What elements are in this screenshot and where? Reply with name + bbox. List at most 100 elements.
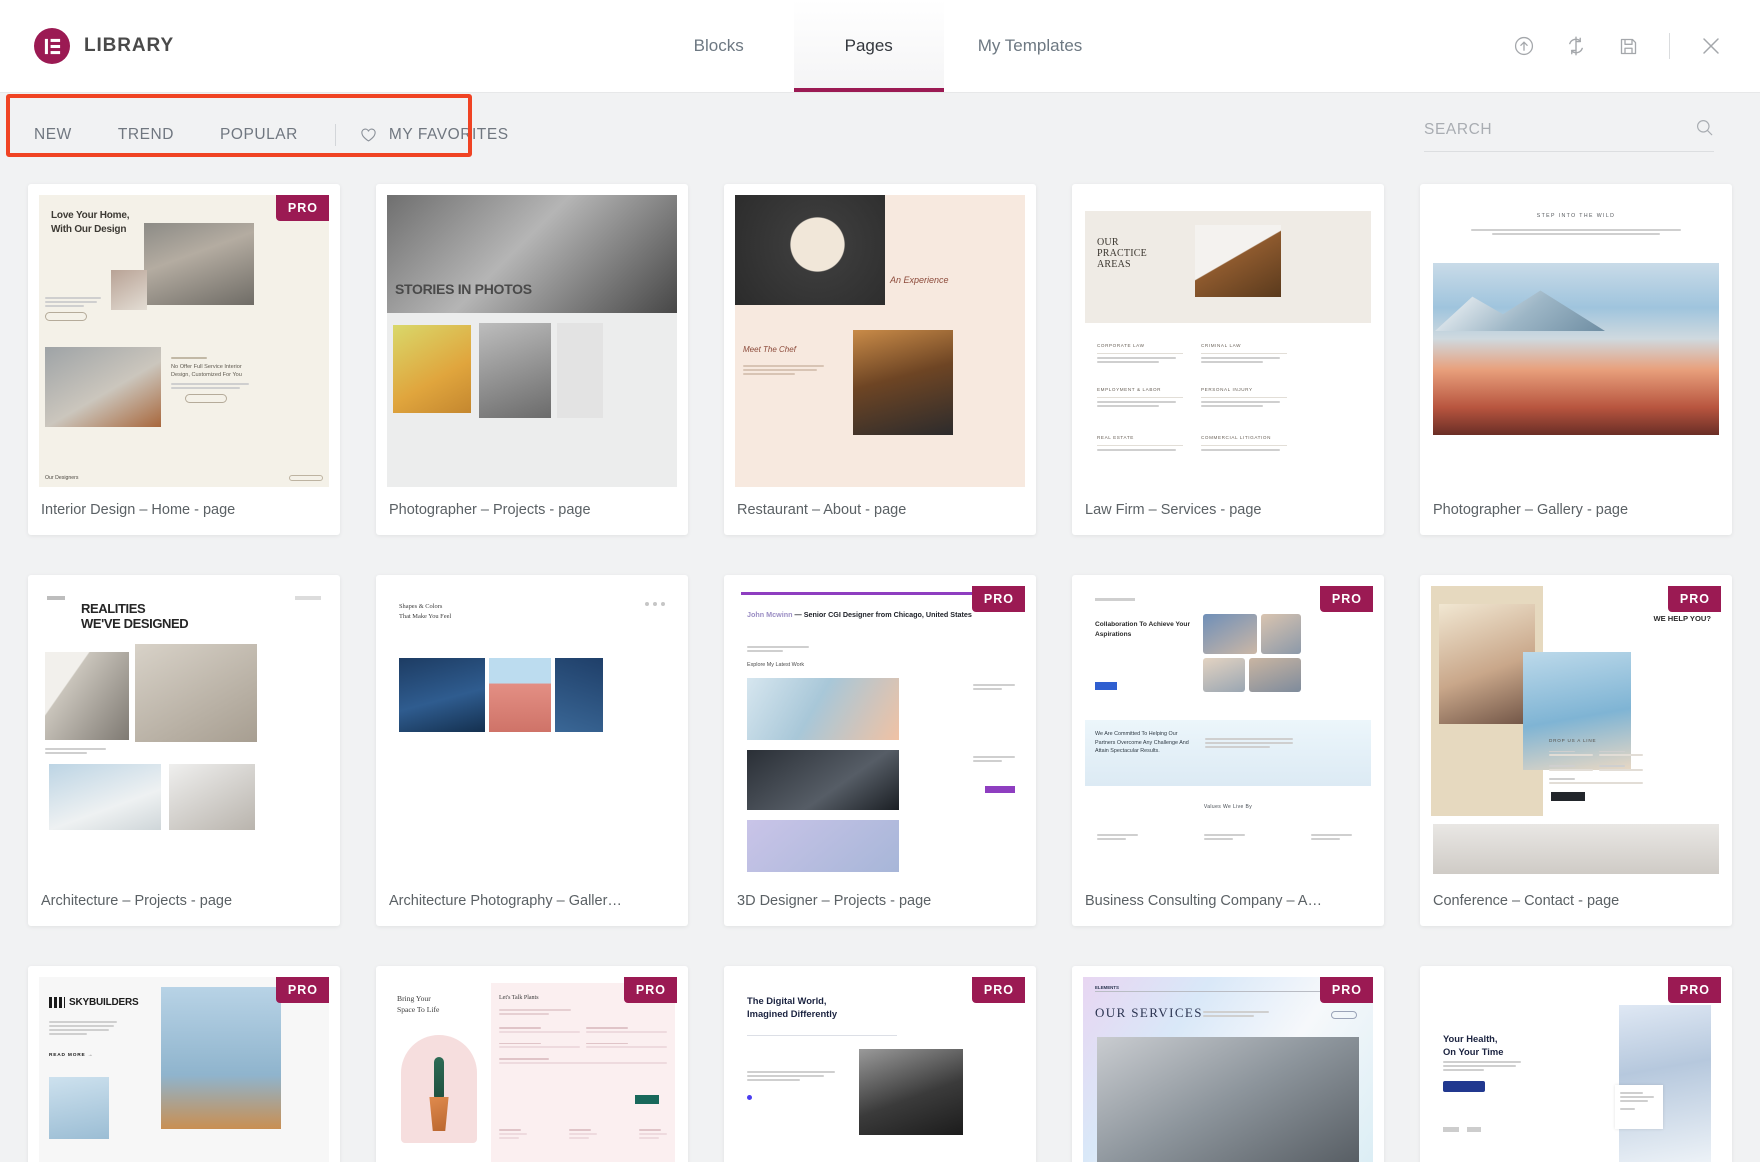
library-brand: LIBRARY (0, 0, 330, 92)
template-card[interactable]: Collaboration To Achieve Your Aspiration… (1072, 575, 1384, 926)
template-card[interactable]: An Experience Meet The Chef Restaurant –… (724, 184, 1036, 535)
close-icon[interactable] (1698, 33, 1724, 59)
header-divider (1669, 33, 1670, 59)
preview-headline: Bring Your Space To Life (397, 993, 439, 1016)
preview-headline: An Experience (890, 275, 949, 286)
preview-subhead: DROP US A LINE (1549, 738, 1643, 744)
filter-my-favorites[interactable]: MY FAVORITES (350, 120, 519, 150)
pro-badge: PRO (1320, 977, 1373, 1003)
template-title: Business Consulting Company – A… (1072, 878, 1384, 926)
pro-badge: PRO (1320, 586, 1373, 612)
pro-badge: PRO (1668, 977, 1721, 1003)
preview-subhead: Meet The Chef (743, 345, 796, 355)
search-icon[interactable] (1695, 118, 1714, 142)
preview-headline: OUR PRACTICE AREAS (1097, 237, 1147, 271)
preview-body: No Offer Full Service Interior Design, C… (171, 363, 249, 379)
search-input[interactable] (1424, 121, 1685, 139)
template-preview: An Experience Meet The Chef (735, 195, 1025, 487)
template-thumbnail: ELEMENTS OUR SERVICES SERVICES OUR SERVI… (1083, 977, 1373, 1162)
template-preview: OUR PRACTICE AREAS CORPORATE LAW CRIMINA… (1083, 195, 1373, 487)
template-thumbnail: STORIES IN PHOTOS (387, 195, 677, 487)
preview-footer: Values We Live By (1083, 804, 1373, 810)
template-thumbnail: John Mcwinn — Senior CGI Designer from C… (735, 586, 1025, 878)
pro-badge: PRO (624, 977, 677, 1003)
template-preview: SKYBUILDERS READ MORE → (39, 977, 329, 1162)
template-card[interactable]: Bring Your Space To Life Let's Talk Plan… (376, 966, 688, 1162)
template-card[interactable]: The Digital World, Imagined Differently … (724, 966, 1036, 1162)
tab-blocks[interactable]: Blocks (644, 0, 794, 92)
preview-headline: SKYBUILDERS (69, 997, 138, 1010)
template-card[interactable]: REALITIES WE'VE DESIGNED Architecture – … (28, 575, 340, 926)
preview-headline: Collaboration To Achieve Your Aspiration… (1095, 620, 1190, 640)
template-card[interactable]: STEP INTO THE WILD Photographer – Galler… (1420, 184, 1732, 535)
pro-badge: PRO (276, 195, 329, 221)
template-title: Photographer – Gallery - page (1420, 487, 1732, 535)
preview-cta: READ MORE → (49, 1053, 93, 1059)
preview-headline: Your Health, On Your Time (1443, 1033, 1503, 1058)
preview-item: PERSONAL INJURY (1201, 387, 1287, 393)
sync-icon[interactable] (1563, 33, 1589, 59)
template-title: Conference – Contact - page (1420, 878, 1732, 926)
template-title: 3D Designer – Projects - page (724, 878, 1036, 926)
search-box[interactable] (1424, 118, 1714, 152)
template-preview: John Mcwinn — Senior CGI Designer from C… (735, 586, 1025, 878)
template-thumbnail: Shapes & Colors That Make You Feel (387, 586, 677, 878)
template-thumbnail: Bring Your Space To Life Let's Talk Plan… (387, 977, 677, 1162)
library-modal: LIBRARY Blocks Pages My Templates (0, 0, 1760, 1162)
template-card[interactable]: HOW CAN WE HELP YOU? DROP US A LINE (1420, 575, 1732, 926)
preview-headline: The Digital World, Imagined Differently (747, 995, 837, 1020)
template-thumbnail: STEP INTO THE WILD (1431, 195, 1721, 487)
preview-panel-title: Let's Talk Plants (499, 995, 539, 1003)
filter-popular[interactable]: POPULAR (197, 120, 321, 150)
preview-item: EMPLOYMENT & LABOR (1097, 387, 1183, 393)
template-preview: Your Health, On Your Time (1431, 977, 1721, 1162)
template-thumbnail: The Digital World, Imagined Differently … (735, 977, 1025, 1162)
pro-badge: PRO (276, 977, 329, 1003)
preview-headline: STEP INTO THE WILD (1431, 213, 1721, 220)
template-card[interactable]: STORIES IN PHOTOS Photographer – Project… (376, 184, 688, 535)
template-preview: STEP INTO THE WILD (1431, 195, 1721, 487)
pro-badge: PRO (972, 977, 1025, 1003)
heart-icon (360, 127, 377, 143)
library-toolbar: NEW TREND POPULAR MY FAVORITES (24, 92, 1736, 178)
template-title: Interior Design – Home - page (28, 487, 340, 535)
library-header: LIBRARY Blocks Pages My Templates (0, 0, 1760, 92)
template-title: Architecture – Projects - page (28, 878, 340, 926)
template-card[interactable]: Love Your Home, With Our Design No Offer… (28, 184, 340, 535)
template-thumbnail: An Experience Meet The Chef (735, 195, 1025, 487)
save-icon[interactable] (1615, 33, 1641, 59)
filter-group: NEW TREND POPULAR MY FAVORITES (30, 120, 519, 150)
preview-name: John Mcwinn (747, 610, 793, 619)
elementor-logo-icon (34, 28, 70, 64)
template-card[interactable]: OUR PRACTICE AREAS CORPORATE LAW CRIMINA… (1072, 184, 1384, 535)
template-card[interactable]: John Mcwinn — Senior CGI Designer from C… (724, 575, 1036, 926)
preview-headline: STORIES IN PHOTOS (395, 281, 532, 299)
preview-item: COMMERCIAL LITIGATION (1201, 435, 1287, 441)
template-preview: REALITIES WE'VE DESIGNED (39, 586, 329, 878)
template-card[interactable]: Shapes & Colors That Make You Feel Archi… (376, 575, 688, 926)
pro-badge: PRO (1668, 586, 1721, 612)
my-favorites-label: MY FAVORITES (389, 126, 509, 144)
template-card[interactable]: SKYBUILDERS READ MORE → PRO (28, 966, 340, 1162)
header-actions (1430, 0, 1760, 92)
preview-headline: REALITIES WE'VE DESIGNED (81, 602, 188, 631)
template-thumbnail: Collaboration To Achieve Your Aspiration… (1083, 586, 1373, 878)
filter-trend[interactable]: TREND (95, 120, 197, 150)
template-title: Architecture Photography – Galler… (376, 878, 688, 926)
tab-pages[interactable]: Pages (794, 0, 944, 92)
template-preview: ELEMENTS OUR SERVICES SERVICES OUR SERVI… (1083, 977, 1373, 1162)
upload-icon[interactable] (1511, 33, 1537, 59)
template-preview: The Digital World, Imagined Differently (735, 977, 1025, 1162)
library-tabs: Blocks Pages My Templates (330, 0, 1430, 92)
pro-badge: PRO (972, 586, 1025, 612)
template-title: Photographer – Projects - page (376, 487, 688, 535)
filter-new[interactable]: NEW (30, 120, 95, 150)
tab-my-templates[interactable]: My Templates (944, 0, 1117, 92)
preview-item: REAL ESTATE (1097, 435, 1183, 441)
template-card[interactable]: Your Health, On Your Time PRO (1420, 966, 1732, 1162)
preview-item: CRIMINAL LAW (1201, 343, 1287, 349)
template-grid: Love Your Home, With Our Design No Offer… (24, 178, 1736, 1162)
template-card[interactable]: ELEMENTS OUR SERVICES SERVICES OUR SERVI… (1072, 966, 1384, 1162)
template-title: Law Firm – Services - page (1072, 487, 1384, 535)
template-preview: Bring Your Space To Life Let's Talk Plan… (387, 977, 677, 1162)
